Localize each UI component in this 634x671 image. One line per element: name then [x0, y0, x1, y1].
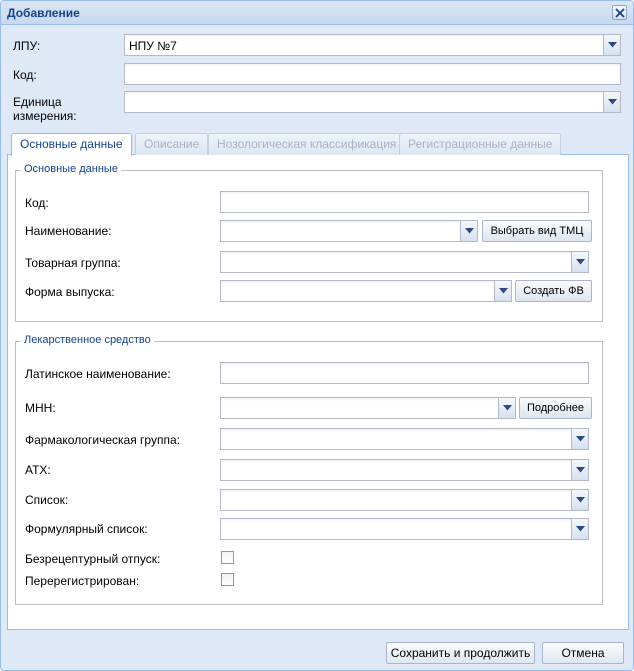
close-icon: [615, 8, 625, 18]
name-dropdown-trigger[interactable]: [460, 221, 477, 241]
product-group-label: Товарная группа:: [25, 256, 121, 270]
reregistered-label: Перерегистрирован:: [25, 574, 140, 588]
mnn-label: МНН:: [25, 401, 56, 415]
md-code-label: Код:: [25, 196, 49, 210]
pharm-group-dropdown-trigger[interactable]: [571, 429, 588, 449]
latin-name-field[interactable]: [220, 362, 589, 384]
name-combo[interactable]: [220, 220, 478, 242]
product-group-combo[interactable]: [220, 251, 589, 273]
release-form-label: Форма выпуска:: [25, 285, 115, 299]
unit-combo[interactable]: [124, 91, 621, 113]
list-combo[interactable]: [220, 489, 589, 511]
chevron-down-icon: [608, 42, 617, 48]
drug-legend: Лекарственное средство: [21, 334, 154, 346]
tab-nosological-classification[interactable]: Нозологическая классификация: [208, 133, 406, 155]
mnn-combo[interactable]: [220, 397, 516, 419]
otc-checkbox[interactable]: [221, 551, 234, 564]
cancel-button[interactable]: Отмена: [542, 642, 624, 664]
lpu-label: ЛПУ:: [13, 39, 41, 53]
tab-main-data[interactable]: Основные данные: [11, 133, 132, 156]
formulary-label: Формулярный список:: [25, 522, 148, 536]
chevron-down-icon: [576, 467, 585, 473]
chevron-down-icon: [576, 259, 585, 265]
pharm-group-label: Фармакологическая группа:: [25, 433, 180, 447]
product-group-dropdown-trigger[interactable]: [571, 252, 588, 272]
dialog-titlebar: Добавление: [1, 1, 633, 25]
latin-name-input[interactable]: [221, 363, 588, 383]
atc-label: АТХ:: [25, 463, 51, 477]
unit-label-line1: Единица: [13, 95, 62, 109]
close-button[interactable]: [612, 5, 627, 20]
chevron-down-icon: [503, 405, 512, 411]
lpu-dropdown-trigger[interactable]: [603, 35, 620, 55]
unit-dropdown-trigger[interactable]: [603, 92, 620, 112]
details-button[interactable]: Подробнее: [519, 397, 592, 419]
atc-dropdown-trigger[interactable]: [571, 460, 588, 480]
tab-panel-main-data: Основные данные Код: Наименование: Выбра…: [7, 155, 629, 630]
formulary-combo[interactable]: [220, 518, 589, 540]
name-label: Наименование:: [25, 224, 112, 238]
md-code-input[interactable]: [221, 192, 588, 212]
tab-description[interactable]: Описание: [135, 133, 209, 155]
main-data-legend: Основные данные: [21, 163, 121, 175]
unit-label-line2: измерения:: [13, 109, 77, 123]
atc-combo[interactable]: [220, 459, 589, 481]
release-form-dropdown-trigger[interactable]: [494, 281, 511, 301]
list-label: Список:: [25, 493, 69, 507]
otc-label: Безрецептурный отпуск:: [25, 552, 161, 566]
code-input[interactable]: [125, 64, 620, 84]
list-dropdown-trigger[interactable]: [571, 490, 588, 510]
chevron-down-icon: [465, 228, 474, 234]
chevron-down-icon: [608, 99, 617, 105]
lpu-combo[interactable]: НПУ №7: [124, 34, 621, 56]
formulary-dropdown-trigger[interactable]: [571, 519, 588, 539]
code-field[interactable]: [124, 63, 621, 85]
pharm-group-combo[interactable]: [220, 428, 589, 450]
chevron-down-icon: [576, 526, 585, 532]
select-type-button[interactable]: Выбрать вид ТМЦ: [482, 220, 592, 242]
mnn-dropdown-trigger[interactable]: [498, 398, 515, 418]
tab-bar: Основные данные Описание Нозологическая …: [7, 131, 629, 156]
create-fv-button[interactable]: Создать ФВ: [515, 280, 592, 302]
release-form-combo[interactable]: [220, 280, 512, 302]
lpu-value: НПУ №7: [129, 39, 177, 53]
chevron-down-icon: [499, 288, 508, 294]
chevron-down-icon: [576, 436, 585, 442]
reregistered-checkbox[interactable]: [221, 573, 234, 586]
md-code-field[interactable]: [220, 191, 589, 213]
latin-name-label: Латинское наименование:: [25, 367, 171, 381]
tab-registration-data[interactable]: Регистрационные данные: [399, 133, 562, 155]
chevron-down-icon: [576, 497, 585, 503]
add-dialog: Добавление ЛПУ: НПУ №7 Код: Единица изме…: [0, 0, 634, 671]
code-label: Код:: [13, 68, 37, 82]
save-continue-button[interactable]: Сохранить и продолжить: [386, 642, 535, 664]
dialog-title: Добавление: [7, 6, 80, 20]
